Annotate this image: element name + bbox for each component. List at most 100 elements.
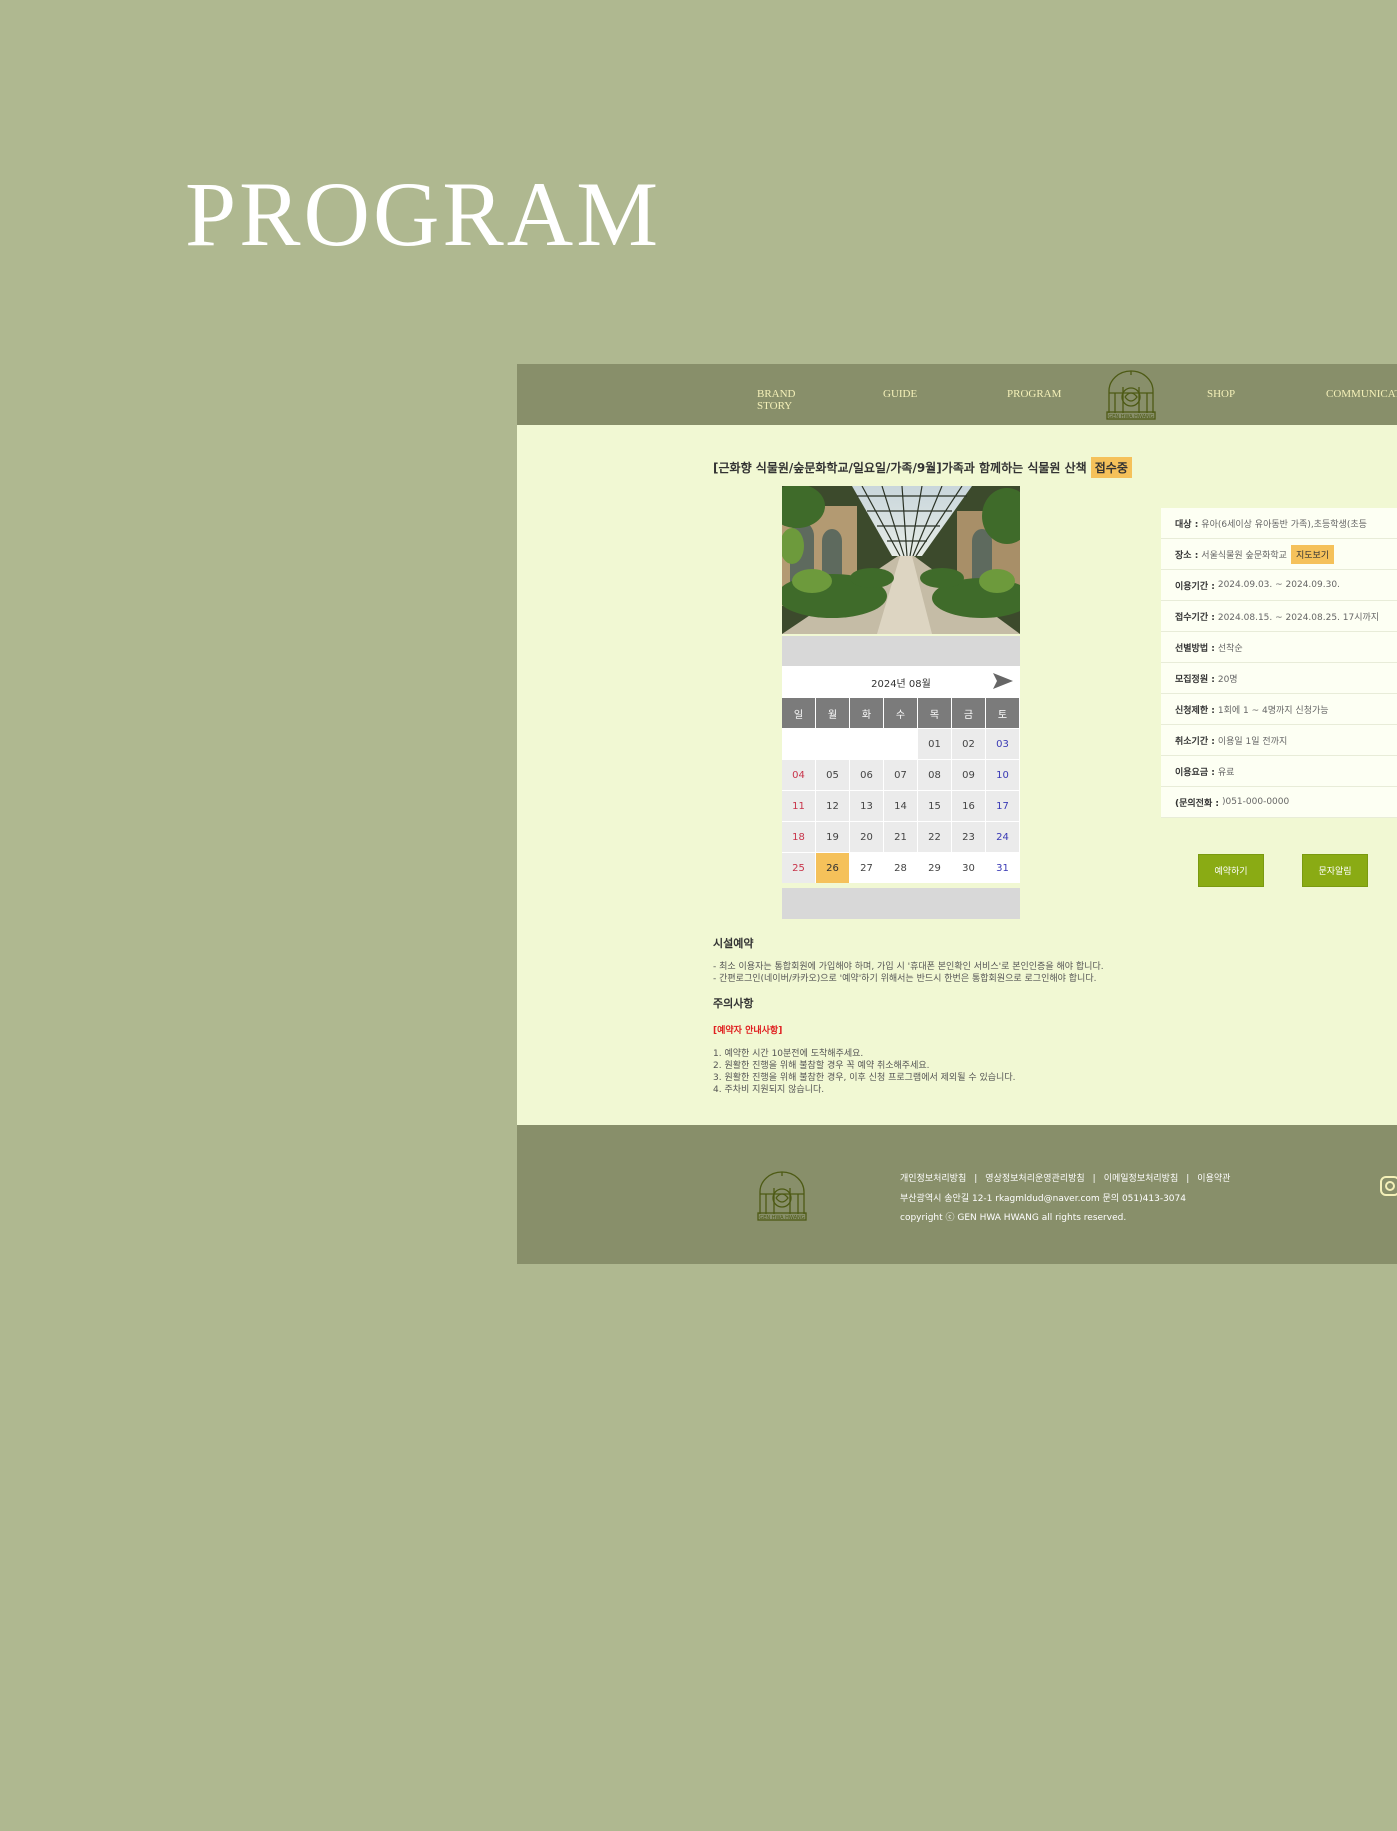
info-row: 신청제한 :1회에 1 ~ 4명까지 신청가능 — [1161, 694, 1397, 725]
caution-note: 4. 주차비 지원되지 않습니다. — [713, 1085, 825, 1095]
footer-link-terms[interactable]: 이용약관 — [1197, 1174, 1230, 1184]
nav-communication[interactable]: COMMUNICATION — [1326, 388, 1397, 400]
info-value: 2024.08.15. ~ 2024.08.25. 17시까지 — [1217, 612, 1380, 623]
info-row: 장소 : 서울식물원 숲문화학교 지도보기 — [1161, 539, 1397, 570]
calendar-grid: 일 월 화 수 목 금 토 01 02 03 04 05 06 07 08 09 10 11 12 13 14 15 16 1… — [782, 698, 1020, 883]
caution-note: 1. 예약한 시간 10분전에 도착해주세요. — [713, 1049, 864, 1059]
sms-alert-button[interactable]: 문자알림 — [1302, 854, 1368, 887]
info-value: 서울식물원 숲문화학교 — [1201, 550, 1287, 561]
calendar-day[interactable]: 31 — [986, 853, 1019, 883]
calendar-day[interactable]: 08 — [918, 760, 951, 790]
calendar-day[interactable]: 30 — [952, 853, 985, 883]
calendar-empty-cell — [782, 729, 815, 759]
calendar-day[interactable]: 29 — [918, 853, 951, 883]
calendar-day[interactable]: 20 — [850, 822, 883, 852]
calendar-day[interactable]: 04 — [782, 760, 815, 790]
info-value: 선착순 — [1217, 643, 1243, 654]
calendar-weekday: 일 — [782, 698, 815, 728]
program-info-table: 대상 : 유아(6세이상 유아동반 가족),초등학생(초등 장소 : 서울식물원 숲문… — [1161, 508, 1397, 818]
site-preview: BRAND STORY GUIDE PROGRAM GEN HWA HWANG … — [517, 364, 1397, 1264]
calendar-empty-cell — [884, 729, 917, 759]
info-value: 유료 — [1217, 767, 1235, 778]
calendar-day[interactable]: 02 — [952, 729, 985, 759]
calendar-day[interactable]: 13 — [850, 791, 883, 821]
info-row: 이용기간 :2024.09.03. ~ 2024.09.30. — [1161, 570, 1397, 601]
footer-logo-icon: GEN HWA HWANG — [757, 1171, 807, 1221]
nav-shop[interactable]: SHOP — [1207, 388, 1235, 400]
calendar-day[interactable]: 25 — [782, 853, 815, 883]
info-row: 취소기간 : 이용일 1일 전까지 — [1161, 725, 1397, 756]
facility-reservation-heading: 시설예약 — [713, 937, 754, 950]
arrow-right-icon[interactable] — [992, 672, 1014, 690]
page-hero-title: PROGRAM — [185, 163, 662, 265]
calendar-day[interactable]: 21 — [884, 822, 917, 852]
brand-logo[interactable]: GEN HWA HWANG — [1101, 367, 1161, 427]
footer-address: 부산광역시 송안길 12-1 rkagmldud@naver.com 문의 05… — [900, 1194, 1186, 1204]
caution-heading: 주의사항 — [713, 997, 754, 1010]
instagram-icon[interactable] — [1379, 1175, 1397, 1197]
calendar-month: 2024년 08월 — [871, 679, 931, 690]
calendar-day[interactable]: 01 — [918, 729, 951, 759]
footer-links: 개인정보처리방침 | 영상정보처리운영관리방침 | 이메일정보처리방침 | 이용약관 — [900, 1174, 1231, 1184]
calendar-day[interactable]: 06 — [850, 760, 883, 790]
reserve-button[interactable]: 예약하기 — [1198, 854, 1264, 887]
info-label: 이용요금 : — [1175, 767, 1215, 778]
calendar-weekday: 화 — [850, 698, 883, 728]
facility-note: - 최소 이용자는 통합회원에 가입해야 하며, 가입 시 '휴대폰 본인확인 … — [713, 962, 1104, 972]
info-label: (문의전화 : — [1175, 798, 1219, 809]
footer-link-cctv[interactable]: 영상정보처리운영관리방침 — [985, 1174, 1084, 1184]
status-badge: 접수중 — [1090, 457, 1132, 478]
info-value: 2024.09.03. ~ 2024.09.30. — [1217, 580, 1340, 590]
map-view-button[interactable]: 지도보기 — [1290, 544, 1335, 564]
nav-guide[interactable]: GUIDE — [883, 388, 917, 400]
info-value: )051-000-0000 — [1221, 797, 1290, 807]
calendar-day[interactable]: 12 — [816, 791, 849, 821]
calendar-bottom-bar — [782, 888, 1020, 919]
calendar-weekday: 토 — [986, 698, 1019, 728]
calendar-day[interactable]: 10 — [986, 760, 1019, 790]
program-title: [근화향 식물원/숲문화학교/일요일/가족/9월]가족과 함께하는 식물원 산책… — [713, 457, 1132, 478]
site-footer: GEN HWA HWANG 개인정보처리방침 | 영상정보처리운영관리방침 | 이메일정… — [517, 1125, 1397, 1264]
calendar-day[interactable]: 17 — [986, 791, 1019, 821]
info-label: 모집정원 : — [1175, 674, 1215, 685]
calendar-day[interactable]: 09 — [952, 760, 985, 790]
calendar-weekday: 수 — [884, 698, 917, 728]
info-label: 이용기간 : — [1175, 581, 1215, 592]
greenhouse-logo-icon: GEN HWA HWANG — [1106, 370, 1156, 420]
caution-note: 2. 원활한 진행을 위해 불참할 경우 꼭 예약 취소해주세요. — [713, 1061, 930, 1071]
info-value: 유아(6세이상 유아동반 가족),초등학생(초등 — [1201, 519, 1367, 530]
info-row: 선별방법 : 선착순 — [1161, 632, 1397, 663]
info-value: 20명 — [1217, 674, 1238, 685]
calendar-day[interactable]: 19 — [816, 822, 849, 852]
notice-section: 시설예약 - 최소 이용자는 통합회원에 가입해야 하며, 가입 시 '휴대폰 … — [713, 935, 1313, 1096]
calendar-day[interactable]: 11 — [782, 791, 815, 821]
nav-program[interactable]: PROGRAM — [1007, 388, 1061, 400]
program-detail: [근화향 식물원/숲문화학교/일요일/가족/9월]가족과 함께하는 식물원 산책… — [517, 425, 1397, 1125]
calendar-day[interactable]: 28 — [884, 853, 917, 883]
nav-brand-story[interactable]: BRAND STORY — [757, 388, 796, 412]
greenhouse-photo — [782, 486, 1020, 634]
calendar-day[interactable]: 16 — [952, 791, 985, 821]
calendar-top-bar — [782, 636, 1020, 666]
info-label: 취소기간 : — [1175, 736, 1215, 747]
footer-link-email[interactable]: 이메일정보처리방침 — [1104, 1174, 1179, 1184]
calendar-day[interactable]: 22 — [918, 822, 951, 852]
calendar-day[interactable]: 18 — [782, 822, 815, 852]
calendar-day[interactable]: 03 — [986, 729, 1019, 759]
calendar-day[interactable]: 05 — [816, 760, 849, 790]
calendar-day[interactable]: 24 — [986, 822, 1019, 852]
calendar-day[interactable]: 26 — [816, 853, 849, 883]
reservation-warning-label: [예약자 안내사항] — [713, 1026, 783, 1036]
calendar-day[interactable]: 27 — [850, 853, 883, 883]
caution-note: 3. 원활한 진행을 위해 불참한 경우, 이후 신청 프로그램에서 제외될 수… — [713, 1073, 1016, 1083]
calendar-weekday: 월 — [816, 698, 849, 728]
info-label: 선별방법 : — [1175, 643, 1215, 654]
calendar-day[interactable]: 15 — [918, 791, 951, 821]
footer-link-privacy[interactable]: 개인정보처리방침 — [900, 1174, 966, 1184]
calendar-day[interactable]: 14 — [884, 791, 917, 821]
calendar-day[interactable]: 23 — [952, 822, 985, 852]
calendar-day[interactable]: 07 — [884, 760, 917, 790]
info-value: 1회에 1 ~ 4명까지 신청가능 — [1217, 705, 1329, 716]
calendar-weekday: 금 — [952, 698, 985, 728]
info-row: (문의전화 :)051-000-0000 — [1161, 787, 1397, 818]
